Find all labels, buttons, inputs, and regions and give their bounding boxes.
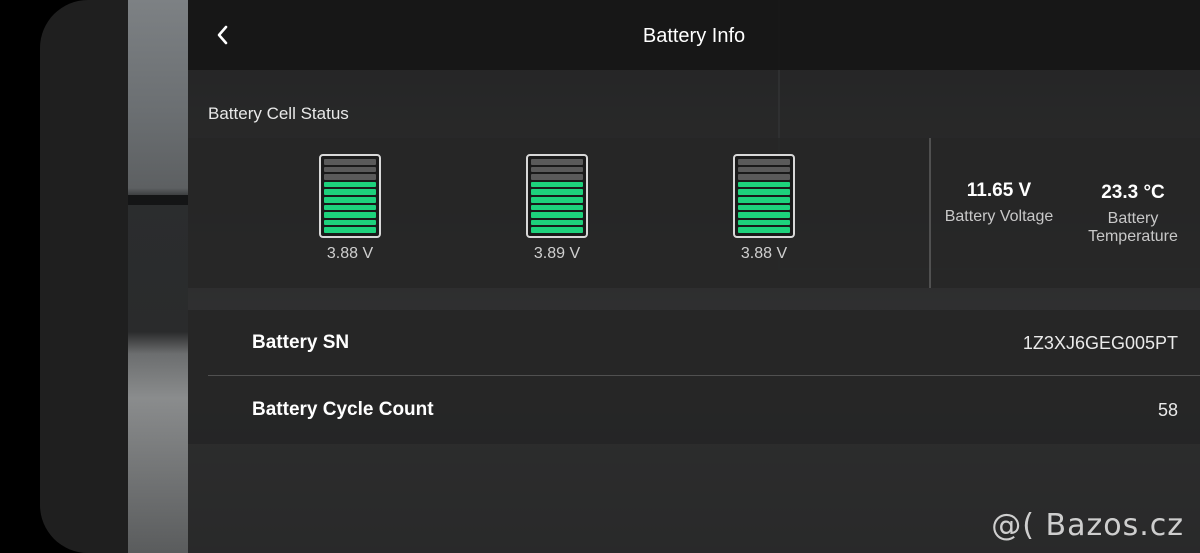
charge-bar-empty	[531, 166, 583, 173]
charge-bar-filled	[324, 219, 376, 226]
battery-temperature-label: Battery Temperature	[1079, 210, 1187, 246]
battery-details: Battery SN 1Z3XJ6GEG005PT Battery Cycle …	[188, 310, 1200, 444]
detail-value: 1Z3XJ6GEG005PT	[1022, 333, 1178, 353]
charge-bar-filled	[324, 196, 376, 203]
charge-bar-filled	[738, 212, 790, 218]
watermark: @( Bazos.cz	[991, 508, 1184, 543]
charge-bar-empty	[738, 174, 790, 180]
charge-bar-empty	[324, 159, 376, 165]
section-label-cell-status: Battery Cell Status	[208, 104, 349, 123]
temp-label-line1: Battery	[1107, 210, 1159, 227]
battery-cell-1: 3.88 V	[305, 154, 395, 263]
charge-bar-filled	[738, 219, 790, 226]
detail-label: Battery SN	[252, 332, 350, 353]
charge-bar-empty	[324, 174, 376, 180]
charge-bar-filled	[531, 196, 583, 203]
roofline	[128, 195, 188, 205]
battery-temperature-value: 23.3 °C	[1101, 182, 1165, 203]
camera-background-left	[128, 0, 188, 553]
back-button[interactable]	[206, 18, 240, 52]
row-divider	[208, 375, 1200, 376]
top-bar: Battery Info	[188, 0, 1200, 70]
detail-row-sn: Battery SN 1Z3XJ6GEG005PT	[188, 310, 1200, 376]
chevron-left-icon	[217, 25, 228, 45]
detail-value: 58	[1157, 400, 1178, 420]
battery-cell-3: 3.88 V	[719, 154, 809, 263]
charge-bar-filled	[324, 181, 376, 188]
cell-status-area: 3.88 V 3.89 V 3.88 V	[188, 138, 930, 288]
charge-bar-filled	[531, 212, 583, 218]
charge-bar-filled	[531, 181, 583, 188]
charge-bar-filled	[738, 181, 790, 188]
battery-cell-icon	[526, 154, 588, 238]
screen: Battery Info Battery Cell Status 3.88 V …	[0, 0, 1200, 553]
battery-cell-2: 3.89 V	[512, 154, 602, 263]
charge-bar-empty	[324, 166, 376, 173]
charge-bar-filled	[531, 219, 583, 226]
charge-bar-filled	[324, 204, 376, 211]
charge-bar-filled	[324, 212, 376, 218]
battery-summary: 11.65 V Battery Voltage 23.3 °C Battery …	[931, 138, 1200, 288]
temp-label-line2: Temperature	[1088, 228, 1178, 245]
charge-bar-filled	[324, 227, 376, 233]
battery-info-panel: Battery Info Battery Cell Status 3.88 V …	[188, 0, 1200, 553]
battery-cell-icon	[319, 154, 381, 238]
charge-bar-filled	[531, 204, 583, 211]
charge-bar-filled	[738, 204, 790, 211]
charge-bar-filled	[531, 227, 583, 233]
battery-voltage-summary: 11.65 V Battery Voltage	[937, 180, 1061, 226]
detail-row-cycle-count: Battery Cycle Count 58	[188, 377, 1200, 443]
battery-voltage-label: Battery Voltage	[944, 208, 1054, 225]
page-title: Battery Info	[642, 25, 746, 47]
charge-bar-empty	[531, 159, 583, 165]
charge-bar-filled	[738, 227, 790, 233]
charge-bar-filled	[531, 189, 583, 195]
charge-bar-filled	[738, 189, 790, 195]
charge-bar-empty	[738, 166, 790, 173]
cell-voltage: 3.89 V	[533, 245, 581, 262]
battery-temperature-summary: 23.3 °C Battery Temperature	[1079, 182, 1187, 246]
charge-bar-empty	[738, 159, 790, 165]
charge-bar-empty	[531, 174, 583, 180]
battery-voltage-value: 11.65 V	[966, 180, 1032, 201]
charge-bar-filled	[738, 196, 790, 203]
detail-label: Battery Cycle Count	[252, 399, 434, 420]
cell-voltage: 3.88 V	[326, 245, 374, 262]
cell-voltage: 3.88 V	[740, 245, 788, 262]
charge-bar-filled	[324, 189, 376, 195]
battery-cell-icon	[733, 154, 795, 238]
